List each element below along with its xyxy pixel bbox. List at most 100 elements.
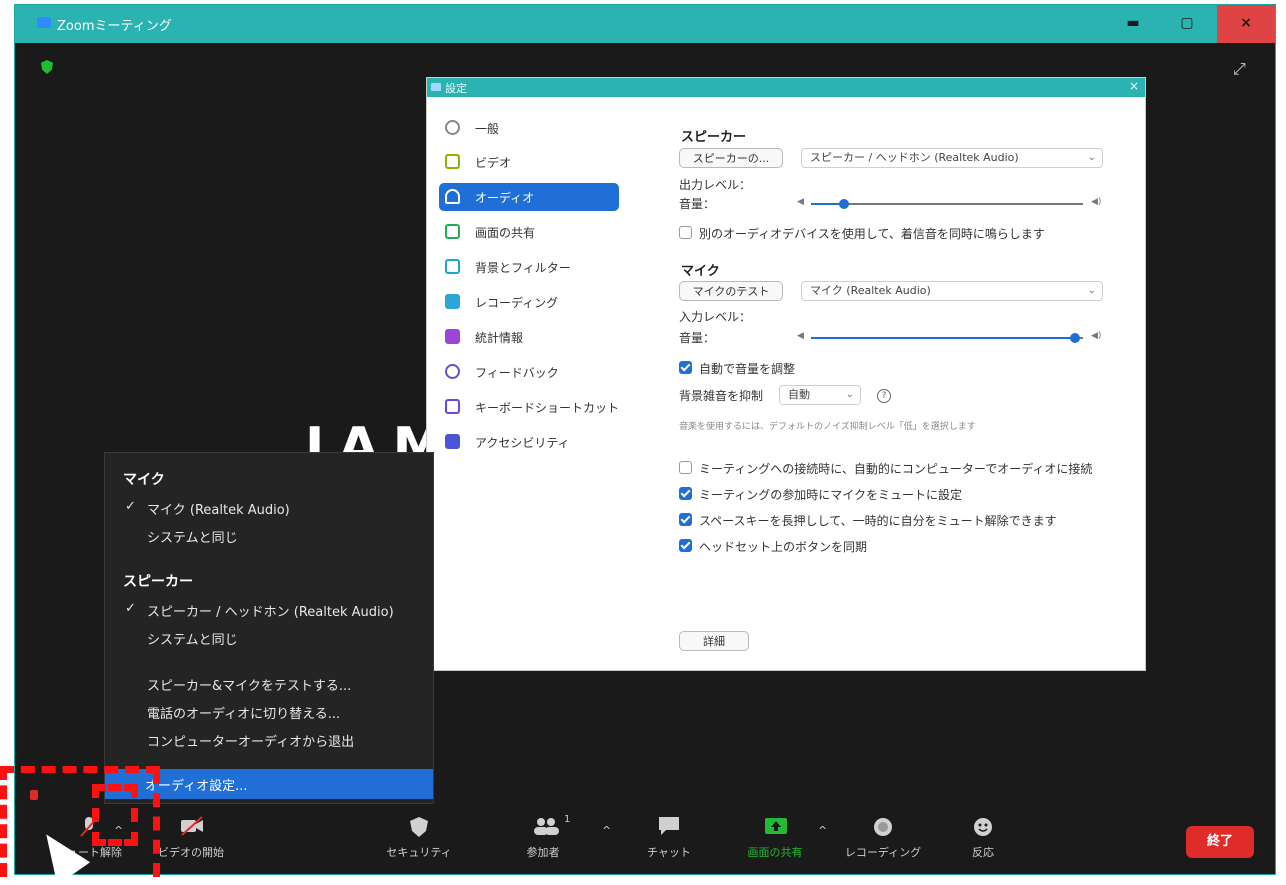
nav-item-share-screen[interactable]: 画面の共有 [439, 218, 619, 246]
nav-item-recording[interactable]: レコーディング [439, 288, 619, 316]
menu-item-test-speaker-mic[interactable]: スピーカー&マイクをテストする... [147, 675, 351, 694]
separate-ringtone-checkbox[interactable] [679, 226, 692, 239]
chevron-down-icon: ⌄ [1087, 152, 1096, 163]
record-label: レコーディング [844, 846, 922, 859]
headphone-icon [445, 189, 460, 204]
push-to-talk-label: スペースキーを長押しして、一時的に自分をミュート解除できます [699, 514, 1057, 528]
nav-label: 一般 [475, 122, 500, 136]
share-options-caret[interactable]: ^ [818, 824, 827, 837]
speaker-volume-slider[interactable] [811, 203, 1083, 205]
advanced-button[interactable]: 詳細 [679, 631, 749, 651]
stats-icon [445, 329, 460, 344]
nav-item-video[interactable]: ビデオ [439, 148, 619, 176]
nav-item-keyboard-shortcuts[interactable]: キーボードショートカット [439, 393, 619, 421]
menu-item-speaker-system[interactable]: システムと同じ [147, 629, 238, 648]
settings-title: 設定 [445, 82, 467, 95]
chat-button[interactable]: チャット [624, 816, 714, 860]
volume-low-icon: ◀ [797, 197, 804, 207]
nav-item-audio[interactable]: オーディオ [439, 183, 619, 211]
check-icon: ✓ [125, 601, 136, 616]
nav-item-feedback[interactable]: フィードバック [439, 358, 619, 386]
nav-label: 画面の共有 [475, 226, 536, 240]
title-bar: Zoomミーティング ▬ ▢ × [15, 5, 1275, 43]
auto-adjust-checkbox[interactable] [679, 361, 692, 374]
annotation-highlight-side [142, 770, 160, 877]
participants-caret[interactable]: ^ [602, 824, 611, 837]
speaker-volume-label: 音量： [679, 197, 716, 211]
auto-join-audio-checkbox[interactable] [679, 461, 692, 474]
feedback-icon [445, 364, 460, 379]
share-screen-button[interactable]: 画面の共有 [730, 816, 820, 860]
annotation-highlight-caret [92, 784, 138, 846]
encryption-shield-icon[interactable] [41, 60, 53, 74]
check-icon: ✓ [125, 499, 136, 514]
nav-label: レコーディング [475, 296, 559, 310]
end-meeting-button[interactable]: 終了 [1186, 826, 1254, 858]
menu-item-switch-phone-audio[interactable]: 電話のオーディオに切り替える... [147, 703, 340, 722]
input-level-label: 入力レベル： [679, 310, 752, 324]
window-title: Zoomミーティング [57, 19, 172, 34]
security-label: セキュリティ [386, 846, 452, 859]
push-to-talk-checkbox[interactable] [679, 513, 692, 526]
nav-item-accessibility[interactable]: アクセシビリティ [439, 428, 619, 456]
participants-button[interactable]: 参加者 [498, 816, 588, 860]
zoom-app-icon [37, 17, 51, 28]
keyboard-icon [445, 399, 460, 414]
menu-item-speaker-realtek[interactable]: スピーカー / ヘッドホン (Realtek Audio) [147, 601, 394, 620]
reactions-button[interactable]: 反応 [938, 816, 1028, 860]
mic-device-value: マイク (Realtek Audio) [810, 284, 931, 297]
record-button[interactable]: レコーディング [838, 816, 928, 860]
close-icon: × [1240, 15, 1252, 31]
noise-hint-text: 音楽を使用するには、デフォルトのノイズ抑制レベル「低」を選択します [679, 422, 976, 432]
maximize-button[interactable]: ▢ [1161, 5, 1213, 43]
nav-item-background[interactable]: 背景とフィルター [439, 253, 619, 281]
speaker-heading: スピーカー [681, 130, 747, 145]
menu-item-leave-computer-audio[interactable]: コンピューターオーディオから退出 [147, 731, 354, 750]
speaker-device-select[interactable]: スピーカー / ヘッドホン (Realtek Audio) ⌄ [801, 148, 1103, 168]
audio-options-menu: マイク ✓ マイク (Realtek Audio) システムと同じ スピーカー … [104, 452, 434, 804]
mute-on-join-checkbox[interactable] [679, 487, 692, 500]
nav-item-statistics[interactable]: 統計情報 [439, 323, 619, 351]
nav-label: フィードバック [475, 366, 559, 380]
test-speaker-button[interactable]: スピーカーの... [679, 148, 783, 168]
mute-on-join-label: ミーティングの参加時にマイクをミュートに設定 [699, 488, 963, 502]
security-button[interactable]: セキュリティ [374, 816, 464, 860]
maximize-icon: ▢ [1180, 15, 1194, 31]
nav-label: 背景とフィルター [475, 261, 571, 275]
speaker-volume-knob[interactable] [838, 199, 849, 209]
gear-icon [445, 120, 460, 135]
nav-item-general[interactable]: 一般 [439, 114, 619, 142]
mic-device-select[interactable]: マイク (Realtek Audio) ⌄ [801, 281, 1103, 301]
video-icon [445, 154, 460, 169]
shield-icon [408, 816, 430, 837]
headset-sync-checkbox[interactable] [679, 539, 692, 552]
menu-item-mic-realtek[interactable]: マイク (Realtek Audio) [147, 499, 290, 518]
minimize-button[interactable]: ▬ [1107, 5, 1159, 43]
chevron-down-icon: ⌄ [1087, 285, 1096, 296]
nav-label: キーボードショートカット [475, 401, 620, 415]
slider-fill [811, 337, 1075, 339]
test-mic-button[interactable]: マイクのテスト [679, 281, 783, 301]
mic-volume-knob[interactable] [1069, 333, 1080, 343]
settings-title-bar: 設定 × [427, 78, 1145, 97]
headset-sync-label: ヘッドセット上のボタンを同期 [699, 540, 868, 554]
chat-icon [658, 816, 680, 836]
fullscreen-icon[interactable]: ⤢ [1233, 59, 1246, 79]
background-icon [445, 259, 460, 274]
close-button[interactable]: × [1217, 5, 1275, 43]
separate-ringtone-label: 別のオーディオデバイスを使用して、着信音を同時に鳴らします [699, 227, 1045, 241]
participants-label: 参加者 [526, 846, 560, 859]
share-screen-icon [764, 816, 787, 836]
record-icon [872, 816, 894, 836]
settings-close-icon[interactable]: × [1129, 79, 1139, 93]
share-screen-label: 画面の共有 [747, 846, 803, 859]
noise-suppression-select[interactable]: 自動 ⌄ [779, 385, 861, 405]
menu-item-mic-system[interactable]: システムと同じ [147, 527, 238, 546]
zoom-app-icon [431, 83, 441, 91]
reaction-smile-icon [972, 816, 994, 836]
auto-adjust-label: 自動で音量を調整 [699, 362, 796, 376]
menu-mic-heading: マイク [123, 472, 165, 488]
record-icon [445, 294, 460, 309]
help-icon[interactable]: ? [877, 389, 891, 403]
reactions-label: 反応 [972, 846, 994, 859]
